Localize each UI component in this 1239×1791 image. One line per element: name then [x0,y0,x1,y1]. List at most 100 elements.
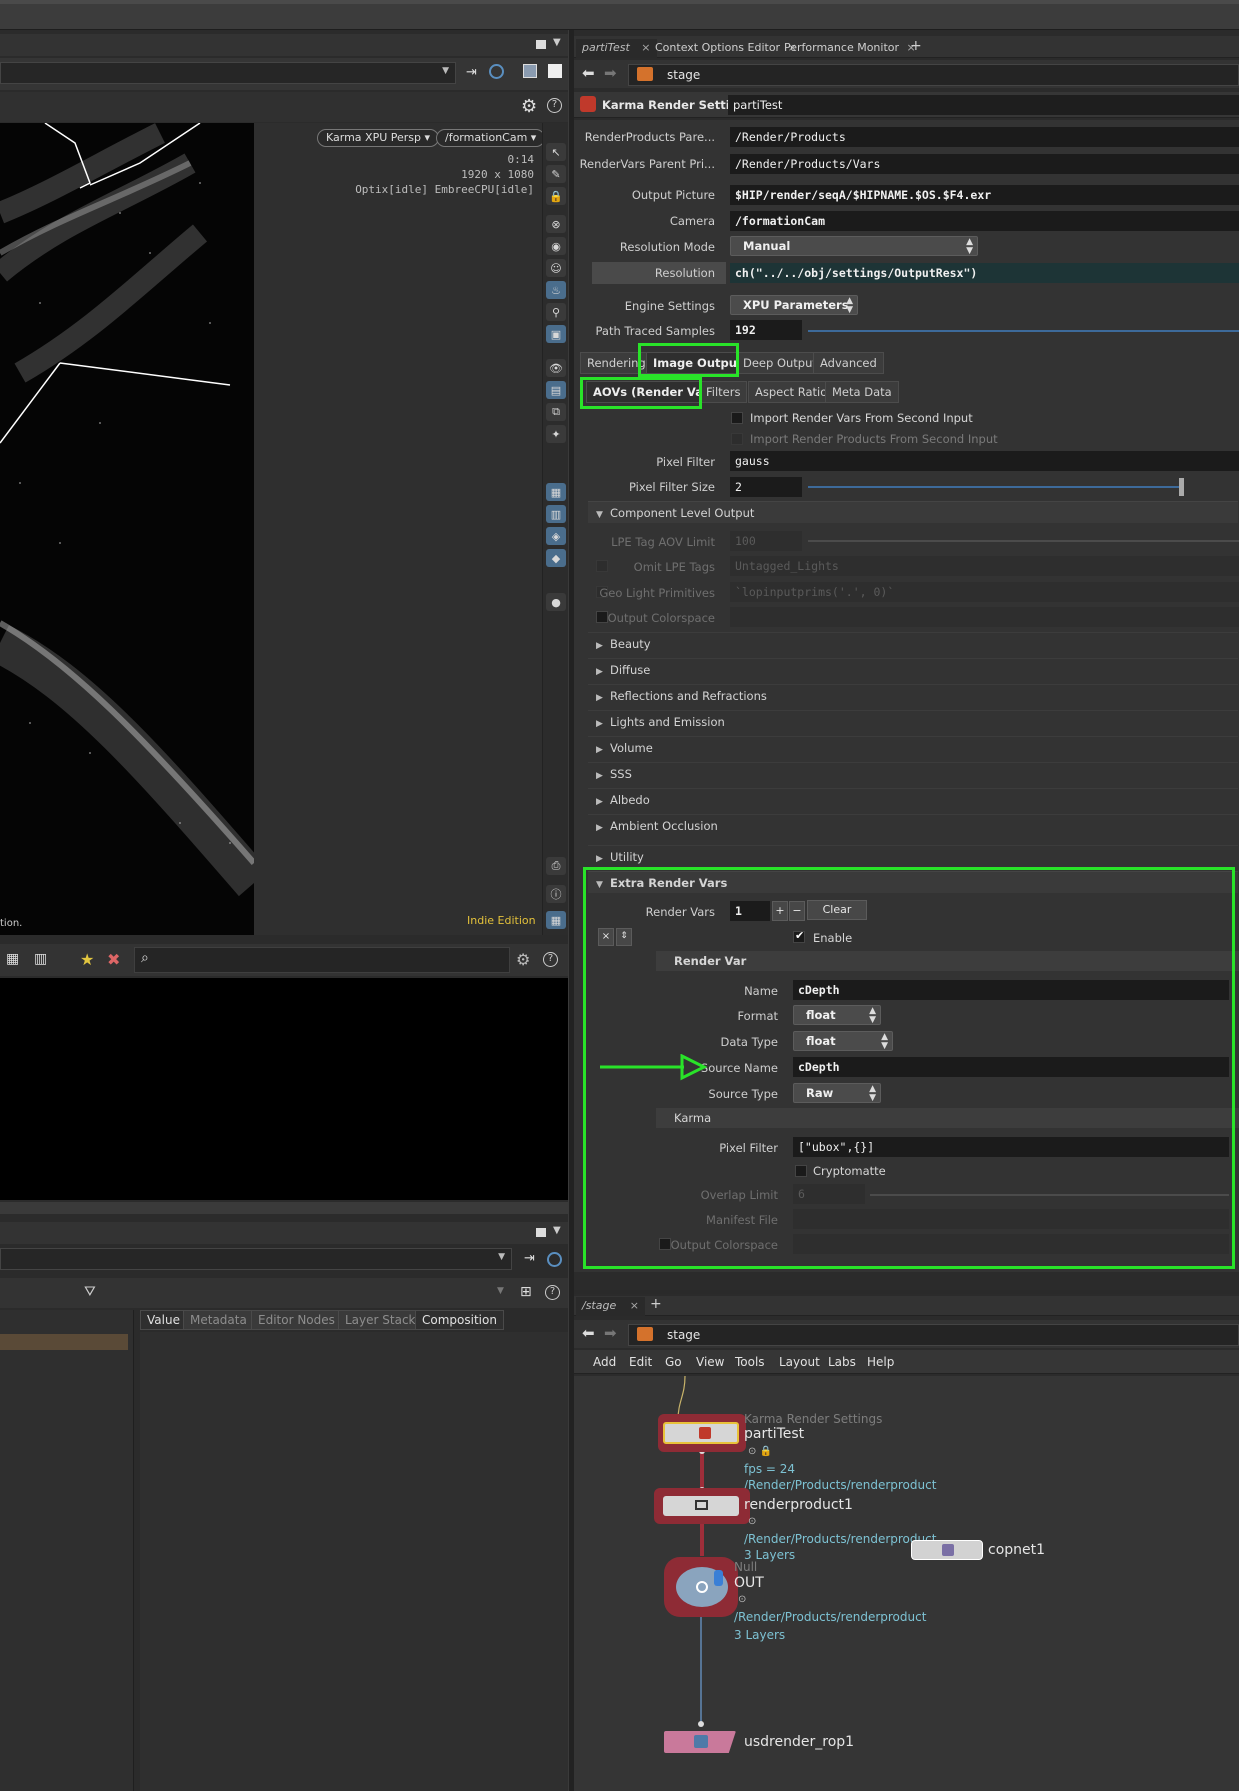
copnet-node[interactable] [911,1540,983,1560]
lpe-limit-slider[interactable] [808,540,1239,542]
menu-help[interactable]: Help [867,1355,894,1369]
pin-light-icon[interactable]: ⚲ [546,303,566,321]
camera-view-icon[interactable]: ▣ [546,325,566,343]
pane-maximize-icon-2[interactable] [536,1228,546,1237]
filter-dropdown-icon[interactable]: ▼ [497,1286,504,1296]
samples-field[interactable]: 192 [730,320,802,340]
folder-component-level[interactable]: ▼ Component Level Output [588,501,1238,523]
menu-edit[interactable]: Edit [629,1355,652,1369]
camera-field[interactable]: /formationCam [730,211,1239,231]
folder-albedo[interactable]: ▶ Albedo [588,788,1238,810]
folder-lights[interactable]: ▶ Lights and Emission [588,710,1238,732]
square-icon[interactable] [548,64,562,78]
network-back-icon[interactable]: ⬅ [582,1324,595,1342]
info-icon[interactable]: ⓘ [546,885,566,903]
engine-settings-menu[interactable]: XPU Parameters ▲ ▼ [730,295,858,315]
light-icon[interactable]: ♨ [546,281,566,299]
pane-maximize-icon[interactable] [536,40,546,49]
null-node-name[interactable]: OUT [734,1575,764,1591]
viewer-path-field[interactable]: ▼ [0,62,456,84]
brush-icon[interactable]: ✎ [546,165,566,183]
tab-filters[interactable]: Filters [699,381,748,403]
gear-icon[interactable]: ⚙ [521,96,537,117]
renderer-menu[interactable]: Karma XPU Persp ▾ [317,129,440,147]
filter-star-icon[interactable]: ★ [80,950,94,969]
karma-node-name[interactable]: partiTest [744,1426,804,1442]
folder-ambient-occlusion[interactable]: ▶ Ambient Occlusion [588,814,1238,836]
menu-view[interactable]: View [696,1355,724,1369]
import-products-checkbox[interactable] [731,433,743,445]
renderproducts-field[interactable]: /Render/Products [730,127,1239,147]
add-tab-icon[interactable]: + [904,36,928,55]
pane-menu-icon[interactable]: ▼ [553,37,561,48]
tab-performance-monitor[interactable]: Performance Monitor × [778,39,922,58]
node-name-field[interactable]: partiTest [728,95,1239,115]
menu-layout[interactable]: Layout [779,1355,820,1369]
pixel-filter-field[interactable]: gauss [730,451,1239,471]
geo-light-field[interactable]: `lopinputprims('.', 0)` [730,582,1239,602]
output-colorspace-checkbox[interactable] [596,611,608,623]
snapshot-icon[interactable]: ⎙ [546,857,566,875]
help-icon-3[interactable]: ? [545,1285,560,1300]
funnel-icon[interactable]: ⛛ [84,1284,96,1300]
menu-add[interactable]: Add [593,1355,616,1369]
layers-icon[interactable]: ⧉ [546,403,566,421]
network-forward-icon[interactable]: ➡ [604,1324,617,1342]
menu-labs[interactable]: Labs [828,1355,856,1369]
scene-graph-selected-row[interactable] [0,1334,128,1350]
folder-volume[interactable]: ▶ Volume [588,736,1238,758]
scene-graph-path[interactable]: ▼ [0,1248,512,1270]
resolution-field[interactable]: ch("../../obj/settings/OutputResx") [730,263,1239,283]
menu-go[interactable]: Go [665,1355,682,1369]
lpe-limit-field[interactable]: 100 [730,531,802,551]
pixel-filter-size-handle[interactable] [1179,478,1184,496]
filter-remove-icon[interactable]: ✖ [107,950,120,969]
pixel-filter-size-field[interactable]: 2 [730,477,802,497]
usdrender-node-name[interactable]: usdrender_rop1 [744,1734,854,1750]
tab-composition[interactable]: Composition [415,1310,504,1330]
output-colorspace-field[interactable] [730,607,1239,627]
help-icon[interactable]: ? [547,98,562,113]
pin-icon-2[interactable]: ⇥ [524,1251,535,1266]
copnet-node-name[interactable]: copnet1 [988,1542,1045,1558]
lock-add-icon[interactable]: ⊞ [520,1284,532,1300]
texture-icon[interactable]: ▥ [546,505,566,523]
shading-icon[interactable]: ◆ [546,549,566,567]
karma-node[interactable] [663,1422,739,1444]
eye-icon[interactable]: 👁 [546,359,566,377]
tree-search-input[interactable]: ⌕ [134,947,510,973]
smiley-icon[interactable]: ☺ [546,259,566,277]
tab-advanced[interactable]: Advanced [813,352,884,374]
cube-icon[interactable] [523,64,537,78]
help-icon-2[interactable]: ? [543,952,558,967]
output-picture-field[interactable]: $HIP/render/seqA/$HIPNAME.$OS.$F4.exr [730,185,1239,205]
snap-icon[interactable]: ◈ [546,527,566,545]
import-vars-checkbox[interactable] [731,412,743,424]
tab-deep-output[interactable]: Deep Output [736,352,824,374]
grid-icon[interactable]: ▦ [546,911,566,929]
close-circle-icon[interactable]: ⊗ [546,215,566,233]
samples-slider[interactable] [808,330,1239,332]
filter-settings-icon[interactable]: ⚙ [516,950,530,969]
film-icon[interactable]: ▤ [546,381,566,399]
columns-icon[interactable]: ▥ [34,951,47,967]
display-icon[interactable]: ▦ [546,483,566,501]
tab-value[interactable]: Value [140,1310,187,1330]
pin-icon[interactable]: ⇥ [466,65,477,80]
tab-layer-stack[interactable]: Layer Stack [338,1310,423,1330]
null-node[interactable] [676,1567,728,1607]
dropdown-arrow-icon-2[interactable]: ▼ [498,1252,505,1262]
back-arrow-icon[interactable]: ⬅ [582,64,595,82]
tab-stage[interactable]: /stage × [576,1297,645,1316]
tab-metadata[interactable]: Metadata [183,1310,254,1330]
network-canvas[interactable]: Karma Render Settings partiTest ⊙ 🔒 fps … [574,1376,1239,1791]
select-icon[interactable]: ↖ [546,143,566,161]
lock-icon[interactable]: 🔒 [546,187,566,205]
omit-lpe-checkbox[interactable] [596,560,608,572]
pane-menu-icon-2[interactable]: ▼ [553,1225,561,1236]
link-icon[interactable] [489,64,504,79]
rendervars-field[interactable]: /Render/Products/Vars [730,154,1239,174]
param-path-field[interactable]: stage [628,64,1239,86]
forward-arrow-icon[interactable]: ➡ [604,64,617,82]
folder-utility[interactable]: ▶ Utility [588,845,1238,867]
